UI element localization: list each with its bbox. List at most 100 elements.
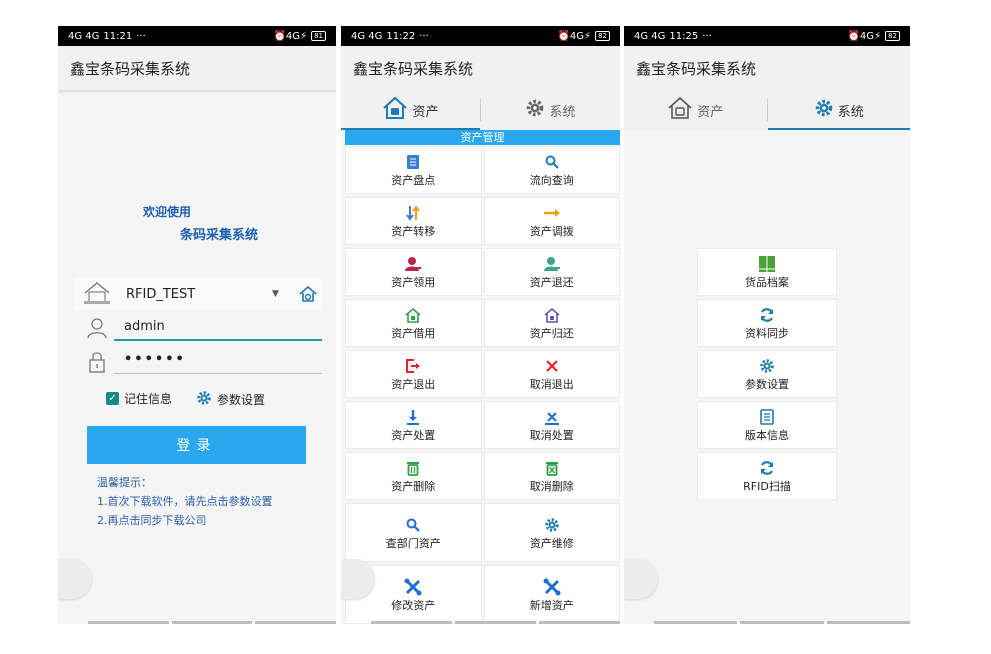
asset-menu-label: 流向查询 xyxy=(529,174,574,187)
company-house-icon xyxy=(82,280,112,310)
app-title: 鑫宝条码采集系统 xyxy=(353,59,474,78)
tools-icon xyxy=(404,577,422,597)
assets-screen: 4G 4G 11:22 ··· ⏰4G⚡ 82 鑫宝条码采集系统 资产 系统 资… xyxy=(341,26,620,624)
asset-menu-item[interactable]: 资产删除 xyxy=(345,452,482,500)
signal-indicator: 4G 4G xyxy=(351,30,383,42)
database-value: RFID_TEST xyxy=(126,286,196,302)
asset-menu-label: 资产删除 xyxy=(391,480,436,493)
arrow-right-icon xyxy=(543,203,561,223)
tab-system-label: 系统 xyxy=(837,104,864,120)
system-menu-item[interactable]: RFID扫描 xyxy=(697,452,837,500)
login-button[interactable]: 登录 xyxy=(87,426,306,464)
asset-menu-grid: 资产盘点 流向查询资产转移 资产调拨资产领用 资产退还资产借用 资产归还资产退出 取消退出… xyxy=(345,146,620,624)
system-menu-label: 参数设置 xyxy=(745,378,789,391)
gear-icon xyxy=(525,98,545,122)
asset-menu-item[interactable]: 取消处置 xyxy=(483,401,620,449)
asset-menu-item[interactable]: 流向查询 xyxy=(483,146,620,194)
tools-icon xyxy=(543,577,561,597)
trash-icon xyxy=(406,458,420,478)
dropdown-arrow-icon[interactable]: ▼ xyxy=(272,289,279,299)
username-underline xyxy=(114,339,322,341)
asset-menu-item[interactable]: 资产调拨 xyxy=(483,197,620,245)
app-title-bar: 鑫宝条码采集系统 xyxy=(341,46,620,90)
tab-assets[interactable]: 资产 xyxy=(341,90,480,130)
archive-icon xyxy=(758,254,776,274)
gear-icon xyxy=(759,356,775,376)
signal-indicator: 4G 4G xyxy=(634,30,666,42)
asset-menu-label: 资产退出 xyxy=(391,378,436,391)
app-title-bar: 鑫宝条码采集系统 xyxy=(58,46,336,90)
tab-system[interactable]: 系统 xyxy=(481,90,620,130)
system-menu-item[interactable]: 参数设置 xyxy=(697,350,837,398)
asset-menu-label: 取消退出 xyxy=(529,378,574,391)
clock: 11:25 xyxy=(669,30,699,42)
gear-icon xyxy=(196,390,212,409)
home-green-icon xyxy=(405,305,421,325)
asset-menu-item[interactable]: 新增资产 xyxy=(483,565,620,624)
system-menu-item[interactable]: 货品档案 xyxy=(697,248,837,296)
user-icon xyxy=(86,317,108,343)
system-nav-bar xyxy=(88,621,336,624)
remember-info-checkbox[interactable]: ✓ 记住信息 xyxy=(106,390,172,407)
asset-menu-item[interactable]: 资产借用 xyxy=(345,299,482,347)
search-icon xyxy=(406,515,421,535)
transfer-arrows-icon xyxy=(406,203,421,223)
title-shadow xyxy=(58,90,336,94)
params-settings-label: 参数设置 xyxy=(217,393,266,407)
params-settings-link[interactable]: 参数设置 xyxy=(196,390,265,409)
exit-icon xyxy=(405,356,421,376)
username-row: admin xyxy=(74,313,322,345)
asset-menu-label: 新增资产 xyxy=(529,598,574,612)
trash-cancel-icon xyxy=(545,458,559,478)
tips-block: 温馨提示： 1.首次下载软件，请先点击参数设置 2.再点击同步下载公司 xyxy=(97,473,273,530)
asset-menu-label: 资产维修 xyxy=(529,536,574,550)
asset-menu-item[interactable]: 资产退出 xyxy=(345,350,482,398)
system-menu-item[interactable]: 版本信息 xyxy=(697,401,837,449)
lock-icon xyxy=(86,350,108,378)
asset-menu-label: 取消删除 xyxy=(529,480,574,493)
clipboard-icon xyxy=(406,152,420,172)
status-bar: 4G 4G 11:21 ··· ⏰4G⚡ 81 xyxy=(58,26,336,46)
asset-menu-item[interactable]: 资产退还 xyxy=(483,248,620,296)
login-screen: 4G 4G 11:21 ··· ⏰4G⚡ 81 鑫宝条码采集系统 欢迎使用 条码… xyxy=(58,26,336,624)
tab-assets[interactable]: 资产 xyxy=(624,90,767,130)
asset-menu-item[interactable]: 资产盘点 xyxy=(345,146,482,194)
asset-menu-label: 资产归还 xyxy=(529,327,574,340)
floating-assist-ball[interactable] xyxy=(624,559,658,599)
asset-menu-item[interactable]: 资产归还 xyxy=(483,299,620,347)
tab-assets-label: 资产 xyxy=(412,104,439,120)
app-title: 鑫宝条码采集系统 xyxy=(636,59,757,78)
asset-menu-item[interactable]: 取消退出 xyxy=(483,350,620,398)
tab-system[interactable]: 系统 xyxy=(767,90,911,130)
asset-menu-item[interactable]: 取消删除 xyxy=(483,452,620,500)
tips-line-1: 1.首次下载软件，请先点击参数设置 xyxy=(97,495,273,508)
asset-menu-label: 资产调拨 xyxy=(529,225,574,238)
tab-bar: 资产 系统 xyxy=(341,90,620,130)
asset-menu-item[interactable]: 资产维修 xyxy=(483,503,620,562)
username-input[interactable]: admin xyxy=(124,319,314,334)
battery-icon: 82 xyxy=(595,31,610,41)
floating-assist-ball[interactable] xyxy=(58,559,92,599)
asset-menu-item[interactable]: 查部门资产 xyxy=(345,503,482,562)
home-refresh-icon[interactable] xyxy=(298,284,318,308)
asset-menu-item[interactable]: 资产转移 xyxy=(345,197,482,245)
asset-menu-label: 资产退还 xyxy=(529,276,574,289)
close-icon xyxy=(545,356,558,376)
search-icon xyxy=(545,152,559,172)
system-screen: 4G 4G 11:25 ··· ⏰4G⚡ 82 鑫宝条码采集系统 资产 系统 货… xyxy=(624,26,910,624)
database-select[interactable]: RFID_TEST ▼ xyxy=(74,278,322,310)
section-title: 资产管理 xyxy=(345,130,620,145)
tab-assets-label: 资产 xyxy=(697,104,724,120)
status-bar: 4G 4G 11:22 ··· ⏰4G⚡ 82 xyxy=(341,26,620,46)
more-notifications: ··· xyxy=(702,30,712,42)
more-notifications: ··· xyxy=(136,30,146,42)
person-teal-icon xyxy=(543,254,560,274)
battery-icon: 81 xyxy=(311,31,326,41)
battery-icon: 82 xyxy=(885,31,900,41)
asset-menu-item[interactable]: 资产领用 xyxy=(345,248,482,296)
password-input[interactable]: •••••• xyxy=(124,352,314,367)
system-menu-item[interactable]: 资料同步 xyxy=(697,299,837,347)
app-title: 鑫宝条码采集系统 xyxy=(70,59,191,78)
asset-menu-item[interactable]: 资产处置 xyxy=(345,401,482,449)
status-icons: ⏰4G⚡ xyxy=(557,30,592,42)
